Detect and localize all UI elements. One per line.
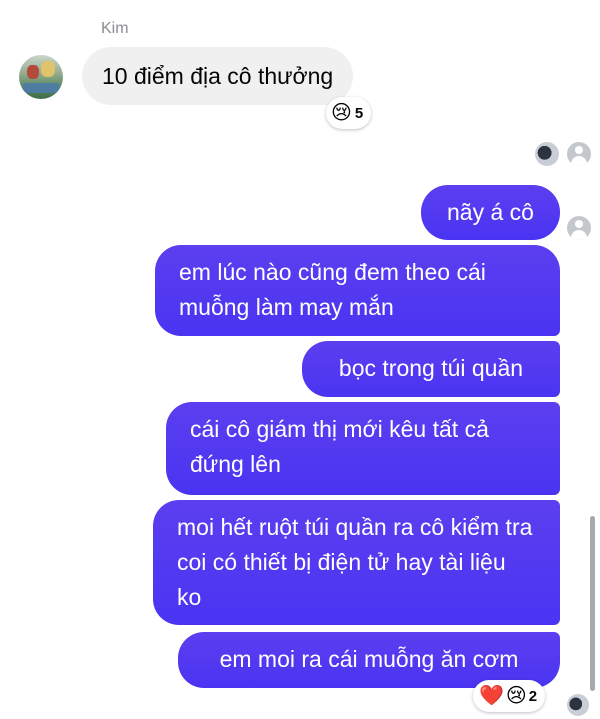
sender-avatar-icon[interactable]	[19, 55, 63, 99]
outgoing-message[interactable]: cái cô giám thị mới kêu tất cả đứng lên	[166, 402, 560, 495]
crying-face-icon: 😢	[331, 102, 352, 124]
seen-avatar-default-icon	[567, 216, 591, 240]
crying-face-icon: 😢	[505, 685, 527, 707]
seen-avatar-icon	[567, 694, 589, 716]
scrollbar[interactable]	[590, 516, 595, 691]
heart-icon: ❤️	[479, 685, 504, 707]
incoming-message[interactable]: 10 điểm địa cô thưởng	[82, 47, 354, 105]
outgoing-message[interactable]: em lúc nào cũng đem theo cái muỗng làm m…	[155, 245, 560, 336]
outgoing-message[interactable]: bọc trong túi quần	[302, 341, 560, 397]
outgoing-message[interactable]: moi hết ruột túi quần ra cô kiểm tra coi…	[153, 500, 560, 625]
chat-thread: Kim 10 điểm địa cô thưởng 😢 5 nãy á cô e…	[0, 0, 600, 719]
seen-avatar-icon	[535, 142, 559, 166]
reaction-count: 2	[528, 687, 538, 705]
reaction-count: 5	[354, 104, 364, 122]
outgoing-reaction-badge[interactable]: ❤️ 😢 2	[473, 680, 546, 712]
sender-name: Kim	[101, 20, 129, 37]
incoming-reaction-badge[interactable]: 😢 5	[326, 97, 372, 129]
outgoing-message[interactable]: nãy á cô	[421, 185, 560, 240]
seen-avatar-default-icon	[567, 142, 591, 166]
